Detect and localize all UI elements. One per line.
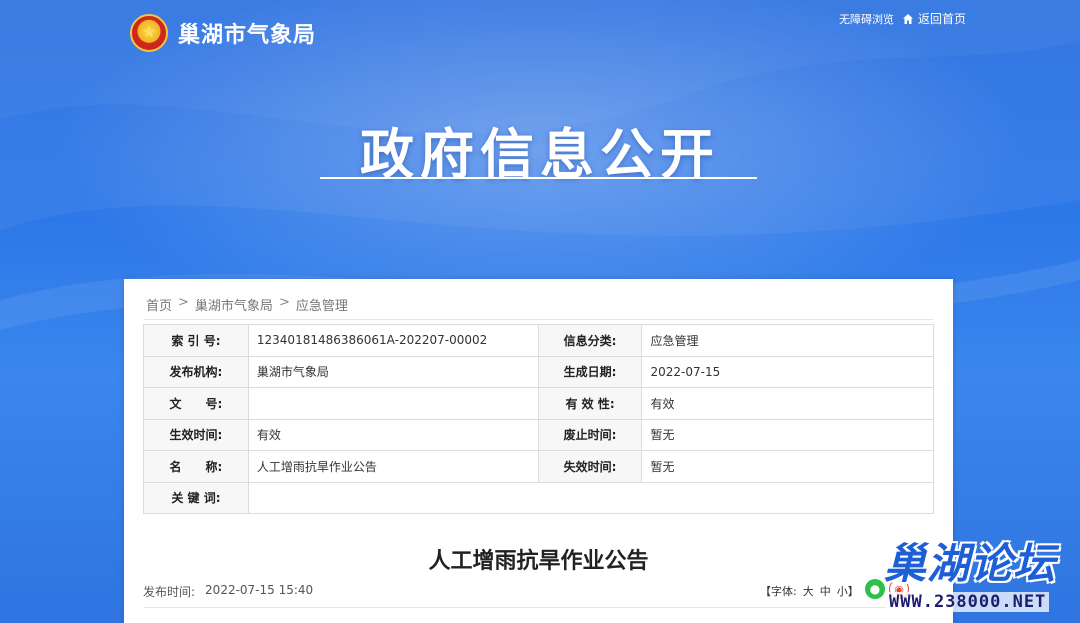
meta-value: 暂无 — [641, 418, 934, 451]
meta-value: 12340181486386061A-202207-00002 — [247, 324, 539, 357]
table-row: 索 引 号: 12340181486386061A-202207-00002 信… — [143, 324, 934, 357]
article-divider — [144, 607, 933, 608]
watermark-main-text: 巢湖论坛 — [884, 539, 1057, 588]
forum-watermark: 巢湖论坛 WWW.238000.NET — [880, 530, 1080, 623]
article-title: 人工增雨抗旱作业公告 — [428, 549, 649, 574]
meta-key: 废止时间: — [537, 418, 643, 451]
publish-time: 发布时间: 2022-07-15 15:40 — [143, 583, 313, 600]
breadcrumb-category[interactable]: 应急管理 — [296, 295, 348, 314]
table-row: 名 称: 人工增雨抗旱作业公告 失效时间: 暂无 — [143, 450, 934, 483]
table-row: 文 号: 有 效 性: 有效 — [143, 387, 934, 420]
meta-value: 暂无 — [641, 450, 934, 483]
publish-time-label: 发布时间: — [143, 585, 196, 599]
font-medium-button[interactable]: 中 — [820, 583, 831, 599]
meta-key: 索 引 号: — [143, 324, 249, 357]
site-name: 巢湖市气象局 — [178, 23, 317, 48]
breadcrumb-separator: > — [178, 295, 189, 310]
table-row: 发布机构: 巢湖市气象局 生成日期: 2022-07-15 — [143, 355, 934, 388]
meta-key: 有 效 性: — [537, 387, 643, 420]
font-small-button[interactable]: 小】 — [837, 583, 859, 599]
meta-value — [247, 387, 539, 420]
info-meta-table: 索 引 号: 12340181486386061A-202207-00002 信… — [143, 324, 935, 514]
breadcrumb-home[interactable]: 首页 — [146, 295, 172, 314]
breadcrumb-bureau[interactable]: 巢湖市气象局 — [195, 295, 273, 314]
banner-title-underline — [320, 177, 757, 179]
meta-key: 失效时间: — [537, 450, 643, 483]
accessibility-link[interactable]: 无障碍浏览 — [839, 11, 894, 27]
table-row: 生效时间: 有效 废止时间: 暂无 — [143, 418, 934, 451]
font-size-label: 【字体: — [760, 585, 797, 598]
font-size-control: 【字体: 大 中 小】 — [760, 583, 859, 599]
content-panel: 首页 > 巢湖市气象局 > 应急管理 索 引 号: 12340181486386… — [124, 279, 953, 623]
home-link-label: 返回首页 — [917, 12, 966, 26]
breadcrumb-separator: > — [278, 295, 290, 310]
site-logo[interactable]: ★ 巢湖市气象局 — [130, 14, 316, 52]
meta-key: 发布机构: — [143, 355, 249, 388]
table-row: 关 键 词: — [143, 481, 935, 514]
meta-key: 名 称: — [143, 450, 249, 483]
meta-value: 巢湖市气象局 — [247, 355, 539, 388]
meta-value: 有效 — [641, 387, 934, 420]
meta-key: 文 号: — [143, 387, 249, 420]
breadcrumb: 首页 > 巢湖市气象局 > 应急管理 — [146, 295, 348, 314]
home-link[interactable]: 返回首页 — [902, 10, 966, 27]
watermark-url-text: WWW.238000.NET — [886, 592, 1050, 612]
meta-value: 应急管理 — [641, 324, 934, 357]
meta-key: 信息分类: — [537, 324, 643, 357]
breadcrumb-divider — [144, 319, 933, 320]
meta-value: 人工增雨抗旱作业公告 — [247, 450, 539, 483]
home-icon — [902, 13, 913, 24]
meta-key: 生效时间: — [143, 418, 249, 451]
meta-key-keywords: 关 键 词: — [143, 481, 249, 514]
publish-time-value: 2022-07-15 15:40 — [205, 583, 314, 597]
meta-value-keywords — [247, 481, 935, 514]
font-large-button[interactable]: 大 — [803, 583, 814, 599]
meta-value: 有效 — [247, 418, 539, 451]
top-links: 无障碍浏览 返回首页 — [839, 10, 966, 27]
meta-key: 生成日期: — [537, 355, 643, 388]
meta-value: 2022-07-15 — [641, 355, 934, 388]
national-emblem-icon: ★ — [130, 14, 168, 52]
